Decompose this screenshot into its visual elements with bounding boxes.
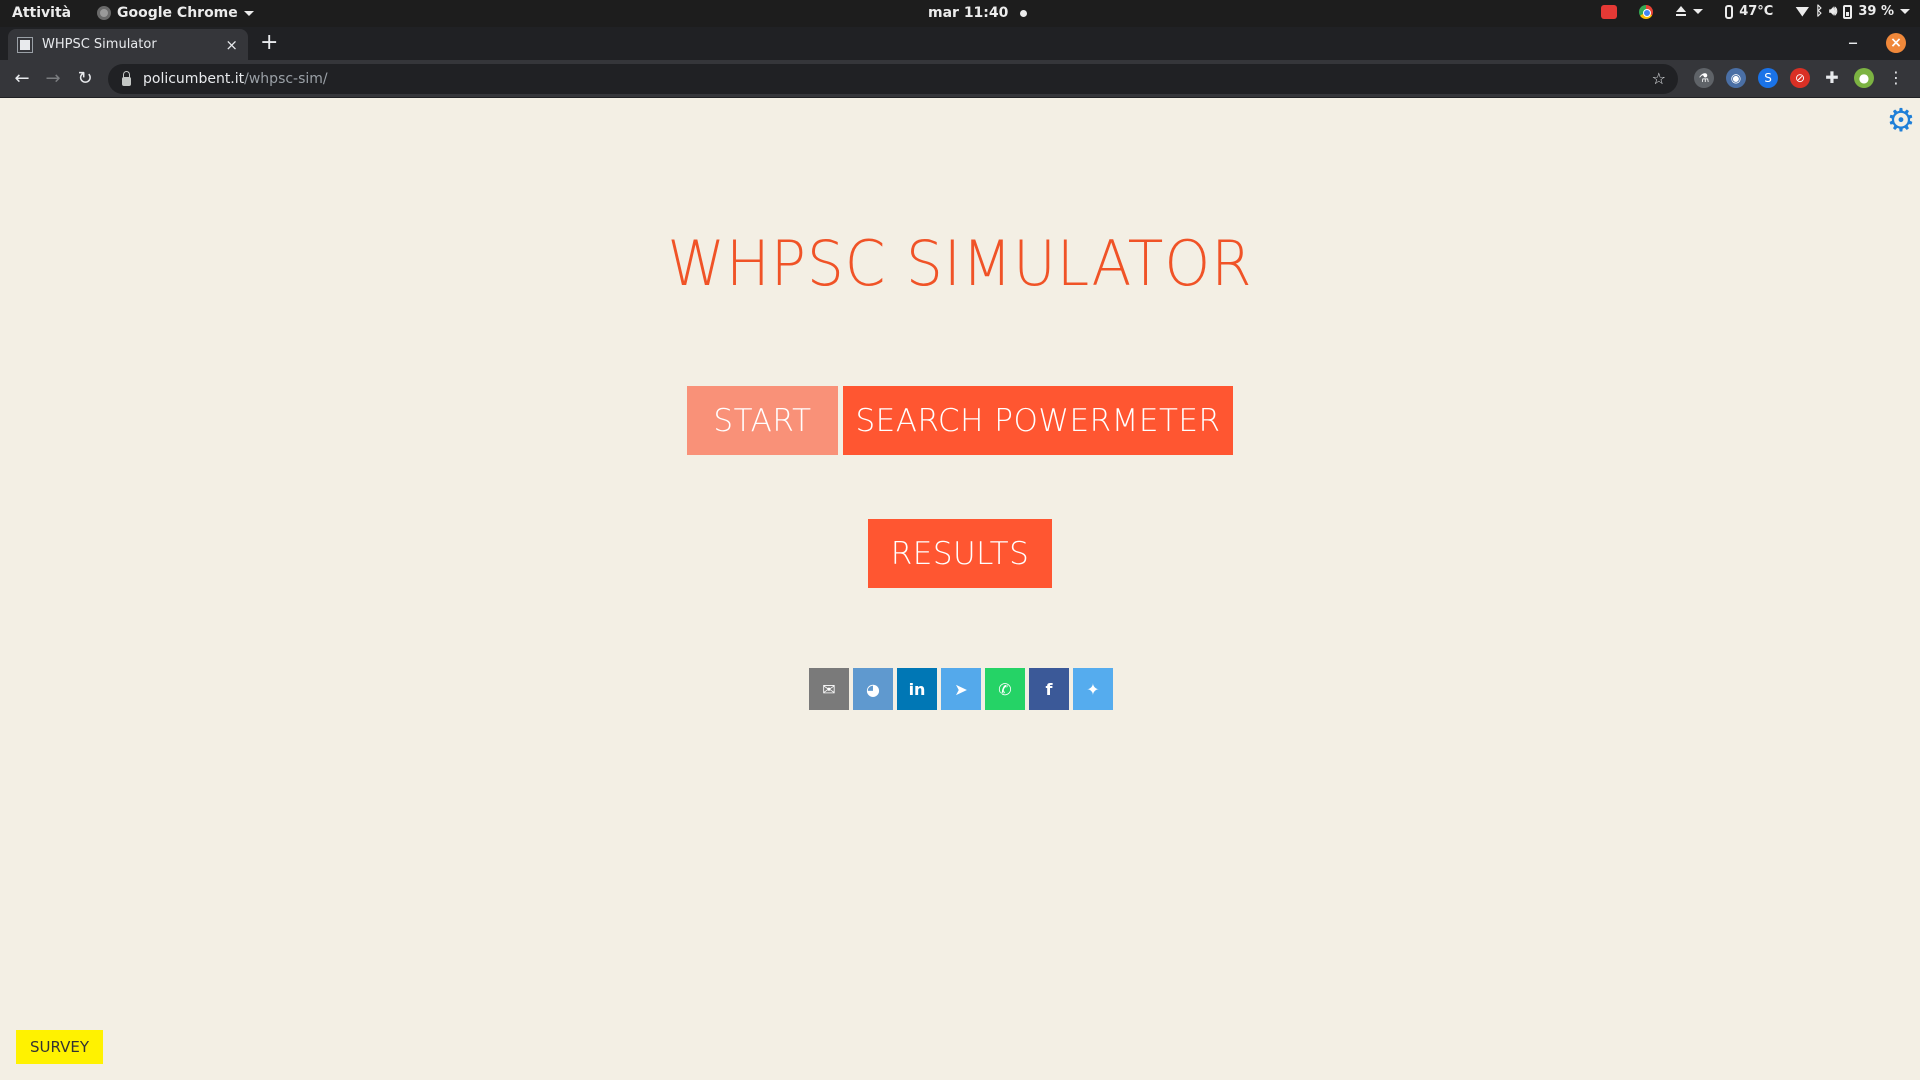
extension-block-icon[interactable]: ⊘ — [1790, 68, 1810, 88]
app-menu[interactable]: Google Chrome — [97, 5, 254, 21]
tab-whpsc-simulator[interactable]: WHPSC Simulator × — [8, 29, 248, 60]
twitter-icon: ✦ — [1086, 679, 1100, 699]
eject-menu[interactable] — [1675, 5, 1704, 18]
profile-avatar[interactable]: ● — [1854, 68, 1874, 88]
extensions-puzzle-icon[interactable]: ✚ — [1822, 68, 1842, 88]
share-facebook-button[interactable]: f — [1029, 668, 1069, 710]
status-menu[interactable]: ᛒ 🔊︎ 39 % — [1795, 4, 1910, 19]
more-menu-icon[interactable]: ⋮ — [1886, 68, 1906, 88]
app-menu-label: Google Chrome — [117, 5, 238, 21]
lock-icon[interactable] — [122, 70, 131, 86]
share-buttons: ✉ ◕ in ➤ ✆ f ✦ — [809, 668, 1113, 710]
bluetooth-icon: ᛒ — [1815, 4, 1824, 19]
wifi-icon — [1795, 6, 1810, 17]
extension-s-icon[interactable]: S — [1758, 68, 1778, 88]
page-title: WHPSC SIMULATOR — [667, 227, 1253, 300]
temperature-label: 47°C — [1739, 4, 1774, 19]
share-whatsapp-button[interactable]: ✆ — [985, 668, 1025, 710]
chevron-down-icon — [1693, 9, 1704, 14]
survey-button[interactable]: SURVEY — [16, 1030, 103, 1064]
close-window-button[interactable]: × — [1886, 33, 1906, 53]
extension-eyes-icon[interactable]: ◉ — [1726, 68, 1746, 88]
activities-button[interactable]: Attività — [12, 5, 71, 21]
reddit-icon: ◕ — [866, 679, 880, 699]
chevron-down-icon — [1900, 9, 1910, 14]
settings-gear-icon[interactable]: ⚙ — [1886, 104, 1916, 136]
system-tray: 47°C ᛒ 🔊︎ 39 % — [1601, 4, 1910, 19]
results-button[interactable]: RESULTS — [868, 519, 1052, 588]
tab-close-icon[interactable]: × — [225, 36, 238, 54]
bookmark-star-icon[interactable]: ☆ — [1652, 69, 1666, 88]
volume-icon: 🔊︎ — [1829, 4, 1838, 19]
chrome-tray-icon[interactable] — [1639, 4, 1654, 19]
chrome-app-icon — [97, 6, 111, 20]
share-linkedin-button[interactable]: in — [897, 668, 937, 710]
address-bar[interactable]: policumbent.it/whpsc-sim/ ☆ — [108, 64, 1678, 94]
page-favicon-icon — [17, 36, 33, 53]
share-telegram-button[interactable]: ➤ — [941, 668, 981, 710]
tab-strip: WHPSC Simulator × + – × — [0, 27, 1920, 60]
reload-button[interactable]: ↻ — [72, 66, 98, 92]
clock[interactable]: mar 11:40 — [928, 5, 1028, 21]
minimize-window-button[interactable]: – — [1848, 27, 1858, 57]
linkedin-icon: in — [908, 679, 926, 699]
whatsapp-icon: ✆ — [998, 679, 1012, 699]
share-email-button[interactable]: ✉ — [809, 668, 849, 710]
email-icon: ✉ — [822, 679, 836, 699]
forward-button[interactable]: → — [40, 66, 66, 92]
battery-label: 39 % — [1858, 4, 1894, 19]
extension-flask-icon[interactable]: ⚗ — [1694, 68, 1714, 88]
temperature-indicator[interactable]: 47°C — [1725, 4, 1773, 19]
share-twitter-button[interactable]: ✦ — [1073, 668, 1113, 710]
url-host: policumbent.it — [143, 71, 245, 87]
browser-toolbar: ← → ↻ policumbent.it/whpsc-sim/ ☆ ⚗ ◉ S … — [0, 60, 1920, 98]
back-button[interactable]: ← — [9, 66, 35, 92]
search-powermeter-button[interactable]: SEARCH POWERMETER — [843, 386, 1233, 455]
start-button[interactable]: START — [687, 386, 838, 455]
new-tab-button[interactable]: + — [260, 30, 278, 56]
facebook-icon: f — [1045, 679, 1053, 699]
screen-recorder-icon[interactable] — [1601, 4, 1618, 19]
eject-icon — [1675, 5, 1687, 18]
system-top-bar: Attività Google Chrome mar 11:40 47°C ᛒ … — [0, 0, 1920, 27]
thermometer-icon — [1725, 4, 1734, 19]
tab-title: WHPSC Simulator — [42, 37, 157, 52]
telegram-icon: ➤ — [954, 679, 968, 699]
clock-label: mar 11:40 — [928, 5, 1009, 21]
url-path: /whpsc-sim/ — [244, 71, 328, 87]
chevron-down-icon — [243, 10, 254, 16]
battery-icon — [1843, 4, 1853, 19]
share-reddit-button[interactable]: ◕ — [853, 668, 893, 710]
page-viewport: ⚙ WHPSC SIMULATOR START SEARCH POWERMETE… — [0, 99, 1920, 1080]
notification-dot-icon — [1020, 9, 1028, 17]
